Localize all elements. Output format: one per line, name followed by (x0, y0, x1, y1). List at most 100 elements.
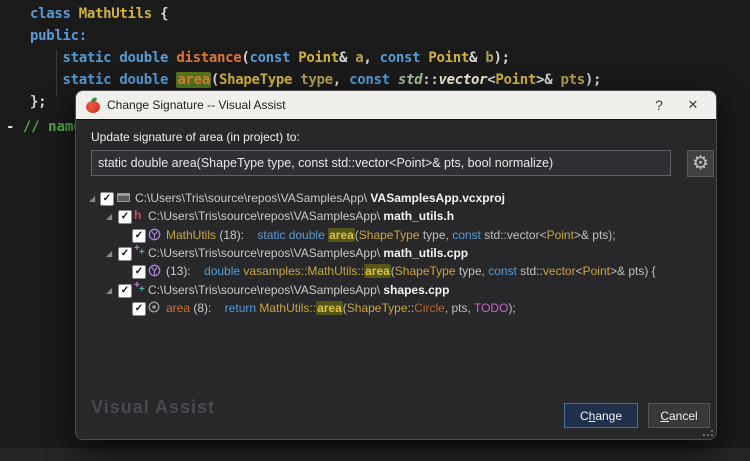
code-segment: ShapeType (347, 301, 408, 315)
code-segment: ( (211, 72, 219, 88)
code-segment: area (166, 301, 193, 315)
dialog-titlebar[interactable]: Change Signature -- Visual Assist ? ✕ (76, 91, 716, 120)
code-segment: MathUtils (79, 6, 160, 22)
code-segment: ShapeType (395, 264, 456, 278)
expand-collapse-icon[interactable]: ◢ (106, 212, 112, 221)
cancel-button[interactable]: Cancel (648, 403, 710, 428)
tree-row-text: area (8): return MathUtils::area(ShapeTy… (166, 301, 516, 315)
code-segment: vasamples::MathUtils:: (243, 264, 364, 278)
expand-collapse-icon[interactable]: ◢ (89, 194, 95, 203)
tree-row[interactable]: ✓ (13): double vasamples::MathUtils::area… (76, 263, 716, 281)
tree-row[interactable]: ◢ ✓hC:\Users\Tris\source\repos\VASamplesA… (76, 208, 716, 226)
code-line: static double area(ShapeType type, const… (30, 72, 601, 88)
method-icon (148, 228, 163, 242)
code-segment: ShapeType (219, 72, 300, 88)
references-tree: ◢✓C:\Users\Tris\source\repos\VASamplesAp… (76, 183, 716, 393)
code-segment: ); (585, 72, 601, 88)
code-segment: { (160, 6, 168, 22)
tree-row-text: MathUtils (18): static double area(Shape… (166, 228, 616, 242)
code-segment: MathUtils:: (259, 301, 316, 315)
close-icon[interactable]: ✕ (676, 97, 710, 113)
screen: class MathUtils { public: static double d… (0, 0, 750, 461)
checkbox[interactable]: ✓ (132, 302, 146, 316)
code-segment: , pts, (445, 301, 474, 315)
taskbar-strip (0, 448, 750, 461)
code-segment: const (488, 264, 517, 278)
reference-icon (148, 301, 163, 315)
code-segment: , (333, 72, 349, 88)
tree-row-text: C:\Users\Tris\source\repos\VASamplesApp\… (148, 283, 449, 297)
code-segment: - (6, 119, 23, 135)
code-segment: const (452, 228, 481, 242)
code-segment: ); (493, 50, 509, 66)
code-segment: pts (560, 72, 584, 88)
code-segment: static double (30, 72, 176, 88)
cpp-file-icon: ++ (134, 283, 149, 297)
code-segment: Point (547, 228, 574, 242)
code-segment: const (380, 50, 429, 66)
code-segment: math_utils.cpp (383, 246, 468, 260)
code-segment: Circle (414, 301, 445, 315)
visual-assist-watermark: Visual Assist (91, 397, 215, 418)
tree-row[interactable]: ✓ area (8): return MathUtils::area(ShapeT… (76, 300, 716, 318)
code-segment: , (363, 50, 379, 66)
code-segment: MathUtils (166, 228, 219, 242)
code-line: class MathUtils { (30, 6, 168, 22)
tree-row[interactable]: ◢ ✓ C:\Users\Tris\source\repos\VASamplesAp… (76, 190, 716, 208)
tree-row[interactable]: ◢ ✓++C:\Users\Tris\source\repos\VASamples… (76, 282, 716, 300)
checkbox[interactable]: ✓ (132, 229, 146, 243)
change-signature-dialog: Change Signature -- Visual Assist ? ✕ Up… (75, 90, 717, 440)
code-segment: area (364, 264, 391, 278)
change-button[interactable]: Change (564, 403, 638, 428)
expand-collapse-icon[interactable]: ◢ (106, 286, 112, 295)
code-segment: std (398, 72, 422, 88)
tree-row[interactable]: ◢✓++C:\Users\Tris\source\repos\VASamples… (76, 245, 716, 263)
checkbox[interactable]: ✓ (118, 210, 132, 224)
code-segment: C:\Users\Tris\source\repos\VASamplesApp\ (148, 209, 383, 223)
checkbox[interactable]: ✓ (100, 192, 114, 206)
code-segment: VASamplesApp.vcxproj (370, 191, 504, 205)
checkbox[interactable]: ✓ (118, 247, 132, 261)
code-segment: class (30, 6, 79, 22)
code-segment: >& (536, 72, 560, 88)
code-segment: C:\Users\Tris\source\repos\VASamplesApp\ (135, 191, 370, 205)
tree-row[interactable]: ✓ MathUtils (18): static double area(Shap… (76, 227, 716, 245)
code-line: public: (30, 28, 87, 44)
code-segment: (13): (166, 264, 204, 278)
tree-row-text: C:\Users\Tris\source\repos\VASamplesApp\… (148, 209, 454, 223)
code-segment: Point (428, 50, 469, 66)
code-segment: shapes.cpp (383, 283, 449, 297)
code-segment: (8): (193, 301, 224, 315)
tree-row-text: C:\Users\Tris\source\repos\VASamplesApp\… (135, 191, 505, 205)
code-segment: < (576, 264, 583, 278)
tree-row-text: (13): double vasamples::MathUtils::area(… (166, 264, 656, 278)
code-segment: C:\Users\Tris\source\repos\VASamplesApp\ (148, 283, 383, 297)
code-segment: const (250, 50, 299, 66)
tree-row-text: C:\Users\Tris\source\repos\VASamplesApp\… (148, 246, 468, 260)
code-segment: & (469, 50, 485, 66)
code-segment: std:: (517, 264, 543, 278)
checkbox[interactable]: ✓ (132, 265, 146, 279)
code-segment: >& pts); (574, 228, 616, 242)
header-file-icon: h (134, 208, 149, 222)
code-segment: distance (176, 50, 241, 66)
code-segment: double (204, 264, 243, 278)
code-segment: type, (456, 264, 489, 278)
help-button[interactable]: ? (642, 97, 676, 113)
expand-collapse-icon[interactable]: ◢ (106, 249, 112, 258)
code-line: }; (30, 94, 46, 110)
signature-input[interactable] (91, 150, 671, 176)
code-segment: area (328, 228, 355, 242)
code-segment: const (349, 72, 398, 88)
indent-guide (56, 50, 57, 96)
code-segment: :: (422, 72, 438, 88)
dialog-title: Change Signature -- Visual Assist (107, 98, 286, 112)
code-segment: area (316, 301, 343, 315)
code-segment: type (300, 72, 333, 88)
code-segment: static double (257, 228, 328, 242)
gear-icon[interactable]: ⚙ (687, 150, 714, 177)
code-segment: vector (543, 264, 576, 278)
resize-grip[interactable] (705, 428, 713, 436)
checkbox[interactable]: ✓ (118, 284, 132, 298)
code-segment: >& pts) { (610, 264, 656, 278)
